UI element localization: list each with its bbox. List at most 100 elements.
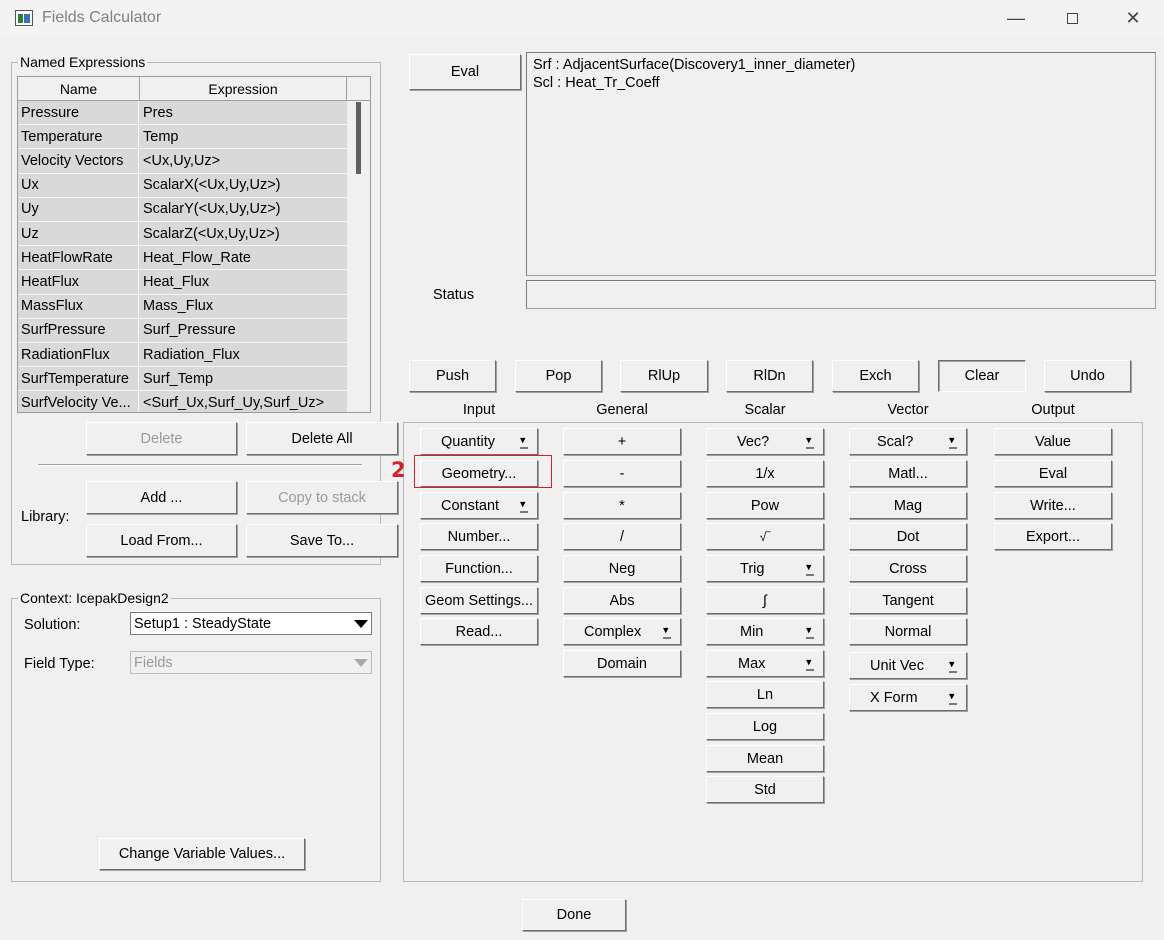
expression-name-cell[interactable]: RadiationFlux: [18, 343, 139, 367]
expression-value-cell[interactable]: Pres: [140, 101, 347, 124]
push-button[interactable]: Push: [409, 360, 496, 392]
xform-button[interactable]: X Form ▾: [849, 684, 967, 711]
normal-button[interactable]: Normal: [849, 618, 967, 645]
delete-all-button[interactable]: Delete All: [246, 422, 398, 455]
export-button[interactable]: Export...: [994, 523, 1112, 550]
expression-value-cell[interactable]: Temp: [140, 125, 347, 148]
minus-button[interactable]: -: [563, 460, 681, 487]
number-button[interactable]: Number...: [420, 523, 538, 550]
constant-button[interactable]: Constant ▾: [420, 492, 538, 519]
expression-name-cell[interactable]: HeatFlux: [18, 270, 139, 294]
expression-value-cell[interactable]: ScalarY(<Ux,Uy,Uz>): [140, 198, 347, 221]
pow-button[interactable]: Pow: [706, 492, 824, 519]
table-row[interactable]: SurfPressure Surf_Pressure: [18, 318, 347, 343]
column-header-expression[interactable]: Expression: [140, 77, 347, 101]
expression-value-cell[interactable]: Radiation_Flux: [140, 343, 347, 366]
table-scrollbar[interactable]: [347, 101, 370, 412]
quantity-button[interactable]: Quantity ▾: [420, 428, 538, 455]
expression-name-cell[interactable]: Uy: [18, 197, 139, 221]
add-button[interactable]: Add ...: [86, 481, 237, 514]
expression-name-cell[interactable]: Velocity Vectors: [18, 149, 139, 173]
clear-button[interactable]: Clear: [938, 360, 1026, 392]
stack-display[interactable]: Srf : AdjacentSurface(Discovery1_inner_d…: [526, 52, 1156, 276]
exchange-button[interactable]: Exch: [832, 360, 919, 392]
mag-button[interactable]: Mag: [849, 492, 967, 519]
multiply-button[interactable]: *: [563, 492, 681, 519]
abs-button[interactable]: Abs: [563, 587, 681, 614]
divide-button[interactable]: /: [563, 523, 681, 550]
cross-button[interactable]: Cross: [849, 555, 967, 582]
ln-button[interactable]: Ln: [706, 681, 824, 708]
table-row[interactable]: SurfVelocity Ve... <Surf_Ux,Surf_Uy,Surf_…: [18, 391, 347, 412]
expression-value-cell[interactable]: Heat_Flux: [140, 270, 347, 293]
change-variable-values-button[interactable]: Change Variable Values...: [99, 838, 305, 870]
dot-button[interactable]: Dot: [849, 523, 967, 550]
copy-to-stack-button[interactable]: Copy to stack: [246, 481, 398, 514]
unit-vec-button[interactable]: Unit Vec ▾: [849, 652, 967, 679]
std-button[interactable]: Std: [706, 776, 824, 803]
eval-output-button[interactable]: Eval: [994, 460, 1112, 487]
load-from-button[interactable]: Load From...: [86, 524, 237, 557]
expression-value-cell[interactable]: ScalarZ(<Ux,Uy,Uz>): [140, 222, 347, 245]
expression-name-cell[interactable]: MassFlux: [18, 294, 139, 318]
table-row[interactable]: RadiationFlux Radiation_Flux: [18, 343, 347, 368]
expression-value-cell[interactable]: <Ux,Uy,Uz>: [140, 149, 347, 172]
expression-value-cell[interactable]: Heat_Flow_Rate: [140, 246, 347, 269]
domain-button[interactable]: Domain: [563, 650, 681, 677]
table-row[interactable]: Velocity Vectors <Ux,Uy,Uz>: [18, 149, 347, 174]
min-button[interactable]: Min ▾: [706, 618, 824, 645]
expression-name-cell[interactable]: SurfTemperature: [18, 367, 139, 391]
log-button[interactable]: Log: [706, 713, 824, 740]
table-row[interactable]: SurfTemperature Surf_Temp: [18, 367, 347, 392]
read-button[interactable]: Read...: [420, 618, 538, 645]
expression-value-cell[interactable]: ScalarX(<Ux,Uy,Uz>): [140, 174, 347, 197]
sqrt-button[interactable]: √‾: [706, 523, 824, 550]
undo-button[interactable]: Undo: [1044, 360, 1131, 392]
write-button[interactable]: Write...: [994, 492, 1112, 519]
solution-select[interactable]: Setup1 : SteadyState: [130, 612, 372, 635]
done-button[interactable]: Done: [522, 899, 626, 931]
integral-button[interactable]: ∫: [706, 587, 824, 614]
scal-button[interactable]: Scal? ▾: [849, 428, 967, 455]
expression-name-cell[interactable]: Pressure: [18, 101, 139, 125]
delete-button[interactable]: Delete: [86, 422, 237, 455]
roll-down-button[interactable]: RlDn: [726, 360, 813, 392]
complex-button[interactable]: Complex ▾: [563, 618, 681, 645]
field-type-select[interactable]: Fields: [130, 651, 372, 674]
table-row[interactable]: MassFlux Mass_Flux: [18, 294, 347, 319]
expression-value-cell[interactable]: Surf_Pressure: [140, 319, 347, 342]
expression-name-cell[interactable]: Temperature: [18, 125, 139, 149]
maximize-icon[interactable]: [1057, 6, 1087, 30]
table-row[interactable]: Temperature Temp: [18, 125, 347, 150]
trig-button[interactable]: Trig ▾: [706, 555, 824, 582]
expression-value-cell[interactable]: <Surf_Ux,Surf_Uy,Surf_Uz>: [140, 391, 347, 412]
plus-button[interactable]: +: [563, 428, 681, 455]
table-row[interactable]: HeatFlowRate Heat_Flow_Rate: [18, 246, 347, 271]
eval-stack-button[interactable]: Eval: [409, 54, 521, 90]
pop-button[interactable]: Pop: [515, 360, 602, 392]
table-row[interactable]: Pressure Pres: [18, 101, 347, 126]
save-to-button[interactable]: Save To...: [246, 524, 398, 557]
negate-button[interactable]: Neg: [563, 555, 681, 582]
value-button[interactable]: Value: [994, 428, 1112, 455]
expression-name-cell[interactable]: SurfPressure: [18, 318, 139, 342]
scrollbar-thumb[interactable]: [356, 102, 361, 174]
max-button[interactable]: Max ▾: [706, 650, 824, 677]
table-row[interactable]: Uy ScalarY(<Ux,Uy,Uz>): [18, 197, 347, 222]
expression-name-cell[interactable]: SurfVelocity Ve...: [18, 391, 139, 412]
table-row[interactable]: Uz ScalarZ(<Ux,Uy,Uz>): [18, 222, 347, 247]
expression-value-cell[interactable]: Mass_Flux: [140, 295, 347, 318]
expression-value-cell[interactable]: Surf_Temp: [140, 367, 347, 390]
mean-button[interactable]: Mean: [706, 745, 824, 772]
chevron-down-icon[interactable]: [354, 617, 368, 631]
function-button[interactable]: Function...: [420, 555, 538, 582]
tangent-button[interactable]: Tangent: [849, 587, 967, 614]
minimize-icon[interactable]: —: [1001, 6, 1031, 30]
matl-button[interactable]: Matl...: [849, 460, 967, 487]
table-row[interactable]: HeatFlux Heat_Flux: [18, 270, 347, 295]
close-icon[interactable]: ✕: [1118, 6, 1148, 30]
roll-up-button[interactable]: RlUp: [620, 360, 708, 392]
geom-settings-button[interactable]: Geom Settings...: [420, 587, 538, 614]
reciprocal-button[interactable]: 1/x: [706, 460, 824, 487]
table-row[interactable]: Ux ScalarX(<Ux,Uy,Uz>): [18, 173, 347, 198]
